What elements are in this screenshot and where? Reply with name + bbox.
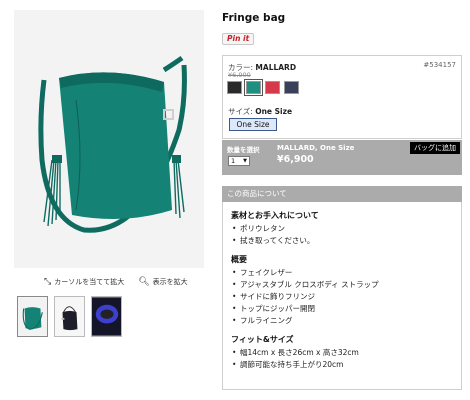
add-to-bag-button[interactable]: バッグに追加	[410, 142, 460, 154]
selected-variant: MALLARD, One Size	[277, 144, 355, 152]
overview-list: フェイクレザー アジャスタブル クロスボディ ストラップ サイドに飾りフリンジ …	[231, 267, 453, 327]
price: ¥6,900	[277, 154, 314, 165]
show-zoom-label: 表示を拡大	[152, 278, 188, 286]
quantity-value: 1	[231, 157, 236, 165]
list-item: フルライニング	[231, 315, 453, 327]
zoom-links: ⤡ カーソルを当てて拡大 🔍︎ 表示を拡大	[44, 277, 188, 287]
list-item: トップにジッパー開閉	[231, 303, 453, 315]
fit-size-list: 幅14cm x 長さ26cm x 高さ32cm 調節可能な持ち手上がり20cm	[231, 347, 453, 371]
chevron-down-icon: ▼	[243, 158, 247, 164]
buy-bar: 数量を選択 1 ▼ MALLARD, One Size ¥6,900 バッグに追…	[222, 140, 462, 175]
about-header: この商品について	[222, 186, 462, 202]
color-swatches	[227, 79, 299, 96]
section-title-materials: 素材とお手入れについて	[231, 211, 319, 220]
pin-it-button[interactable]: Pin it	[222, 33, 255, 45]
sku-number: #534157	[423, 61, 456, 69]
magnifier-icon: 🔍︎	[138, 276, 150, 287]
hover-zoom-label: カーソルを当てて拡大	[54, 278, 125, 286]
size-one-size-button[interactable]: One Size	[229, 118, 277, 131]
about-body: 素材とお手入れについて ポリウレタン 拭き取ってください。 概要 フェイクレザー…	[222, 202, 462, 390]
swatch-red[interactable]	[265, 81, 280, 94]
swatch-navy[interactable]	[284, 81, 299, 94]
size-label-text: サイズ:	[228, 107, 253, 116]
swatch-mallard[interactable]	[244, 79, 263, 96]
cursor-zoom-icon: ⤡	[44, 276, 52, 287]
product-title: Fringe bag	[222, 12, 286, 24]
section-title-fit-size: フィット&サイズ	[231, 335, 294, 344]
section-title-overview: 概要	[231, 255, 247, 264]
thumbnail-front-teal[interactable]	[17, 296, 48, 337]
size-label: サイズ: One Size	[228, 106, 292, 117]
swatch-black[interactable]	[227, 81, 242, 94]
list-item: ポリウレタン	[231, 223, 453, 235]
thumbnail-inside-blue[interactable]	[91, 296, 122, 337]
list-item: サイドに飾りフリンジ	[231, 291, 453, 303]
old-price: ¥6,900	[228, 71, 251, 79]
list-item: 調節可能な持ち手上がり20cm	[231, 359, 453, 371]
size-value: One Size	[255, 107, 293, 116]
list-item: 幅14cm x 長さ26cm x 高さ32cm	[231, 347, 453, 359]
quantity-label: 数量を選択	[227, 146, 260, 154]
show-zoom-link[interactable]: 🔍︎ 表示を拡大	[138, 277, 187, 287]
thumbnail-strip	[17, 296, 122, 337]
list-item: アジャスタブル クロスボディ ストラップ	[231, 279, 453, 291]
list-item: 拭き取ってください。	[231, 235, 453, 247]
product-image[interactable]	[14, 10, 204, 268]
color-value: MALLARD	[255, 63, 297, 72]
materials-list: ポリウレタン 拭き取ってください。	[231, 223, 453, 247]
options-panel: カラー: MALLARD #534157 ¥6,900 サイズ: One Siz…	[222, 55, 462, 139]
list-item: フェイクレザー	[231, 267, 453, 279]
bag-illustration	[14, 10, 204, 268]
hover-zoom-link[interactable]: ⤡ カーソルを当てて拡大	[44, 277, 124, 287]
thumbnail-black-bag[interactable]	[54, 296, 85, 337]
quantity-select[interactable]: 1 ▼	[228, 156, 250, 166]
